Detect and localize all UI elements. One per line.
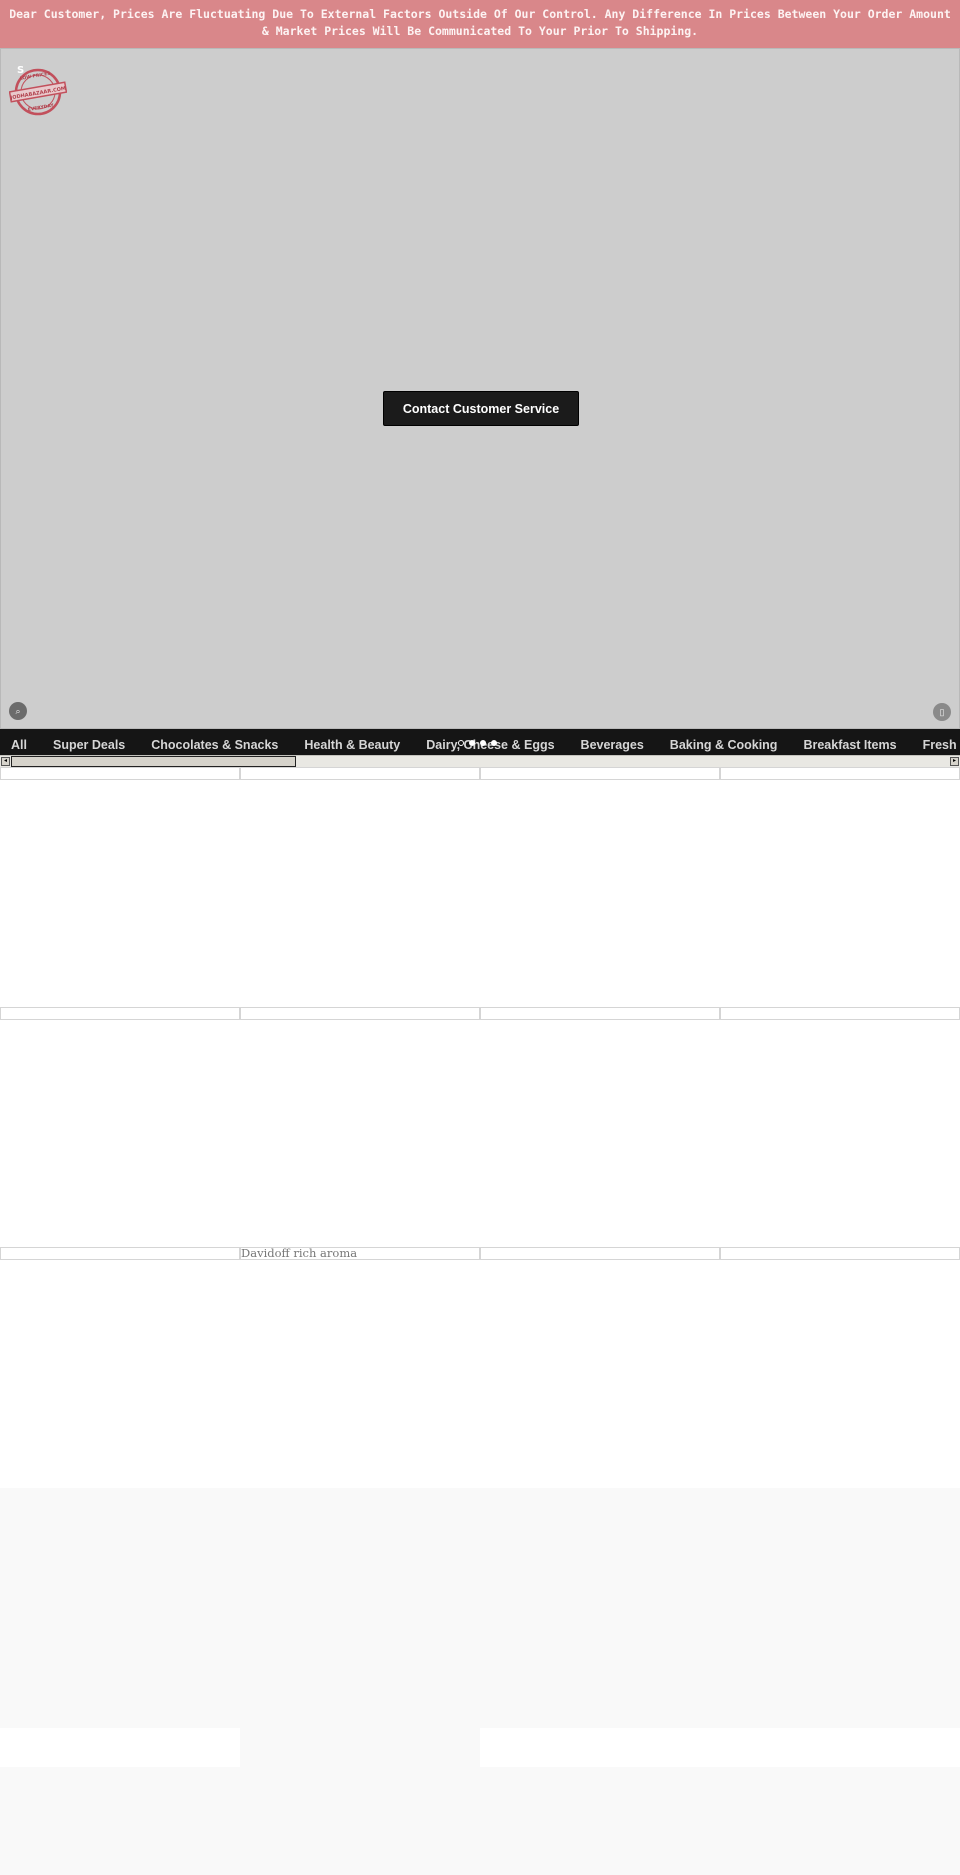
- product-title[interactable]: [480, 1247, 720, 1260]
- product-card[interactable]: [720, 1247, 960, 1487]
- product-grid: Davidoff rich aroma: [0, 767, 960, 1487]
- chat-icon[interactable]: ⌕: [9, 702, 27, 720]
- banner-line-2: & Market Prices Will Be Communicated To …: [261, 24, 699, 38]
- product-title[interactable]: [0, 1247, 240, 1260]
- product-card[interactable]: [720, 767, 960, 1007]
- product-title[interactable]: [480, 1007, 720, 1020]
- product-card[interactable]: [0, 1247, 240, 1487]
- category-tab[interactable]: Super Deals: [53, 738, 125, 752]
- chat-icon-glyph: ⌕: [15, 705, 21, 716]
- logo-corner-glyph: S: [17, 65, 25, 76]
- slider-pagination: [458, 740, 497, 746]
- banner-line-1: Dear Customer, Prices Are Fluctuating Du…: [9, 7, 951, 21]
- product-row: [0, 767, 960, 1007]
- product-title[interactable]: Davidoff rich aroma: [240, 1247, 480, 1260]
- product-title[interactable]: [240, 1007, 480, 1020]
- product-card[interactable]: [480, 767, 720, 1007]
- footer-area: [0, 1488, 960, 1875]
- product-title[interactable]: [480, 767, 720, 780]
- category-tab[interactable]: All: [11, 738, 27, 752]
- product-title[interactable]: [720, 1247, 960, 1260]
- phone-icon-glyph: ▯: [939, 706, 945, 717]
- footer-block-right: [480, 1728, 960, 1767]
- product-card[interactable]: [0, 767, 240, 1007]
- slider-dot[interactable]: [480, 740, 486, 746]
- hero-slider: JODHABAZAAR.COM LOW PRICES EVERYDAY S Co…: [0, 48, 960, 729]
- phone-icon[interactable]: ▯: [933, 703, 951, 721]
- scrollbar-thumb[interactable]: [11, 756, 296, 767]
- product-title[interactable]: [720, 1007, 960, 1020]
- slider-dot[interactable]: [458, 740, 464, 746]
- product-card[interactable]: [240, 767, 480, 1007]
- product-row: [0, 1007, 960, 1247]
- product-card[interactable]: [0, 1007, 240, 1247]
- contact-customer-service-button[interactable]: Contact Customer Service: [383, 391, 579, 426]
- product-title[interactable]: [720, 767, 960, 780]
- product-card[interactable]: Davidoff rich aroma: [240, 1247, 480, 1487]
- scroll-left-arrow-icon[interactable]: ◂: [1, 757, 10, 766]
- category-scrollbar[interactable]: ◂ ▸: [0, 755, 960, 767]
- slider-dot[interactable]: [491, 740, 497, 746]
- product-title[interactable]: [0, 767, 240, 780]
- footer-block-left: [0, 1728, 240, 1767]
- category-tab[interactable]: Breakfast Items: [803, 738, 896, 752]
- product-row: Davidoff rich aroma: [0, 1247, 960, 1487]
- price-notice-banner: Dear Customer, Prices Are Fluctuating Du…: [0, 0, 960, 48]
- category-tab[interactable]: Baking & Cooking: [670, 738, 778, 752]
- product-card[interactable]: [720, 1007, 960, 1247]
- category-tab[interactable]: Beverages: [581, 738, 644, 752]
- category-tab[interactable]: Health & Beauty: [304, 738, 400, 752]
- product-title[interactable]: [240, 767, 480, 780]
- category-tab[interactable]: Chocolates & Snacks: [151, 738, 278, 752]
- product-card[interactable]: [480, 1007, 720, 1247]
- slider-dot[interactable]: [469, 740, 475, 746]
- scroll-right-arrow-icon[interactable]: ▸: [950, 757, 959, 766]
- product-card[interactable]: [480, 1247, 720, 1487]
- product-title[interactable]: [0, 1007, 240, 1020]
- category-tab[interactable]: Fresh Produce: [923, 738, 960, 752]
- product-card[interactable]: [240, 1007, 480, 1247]
